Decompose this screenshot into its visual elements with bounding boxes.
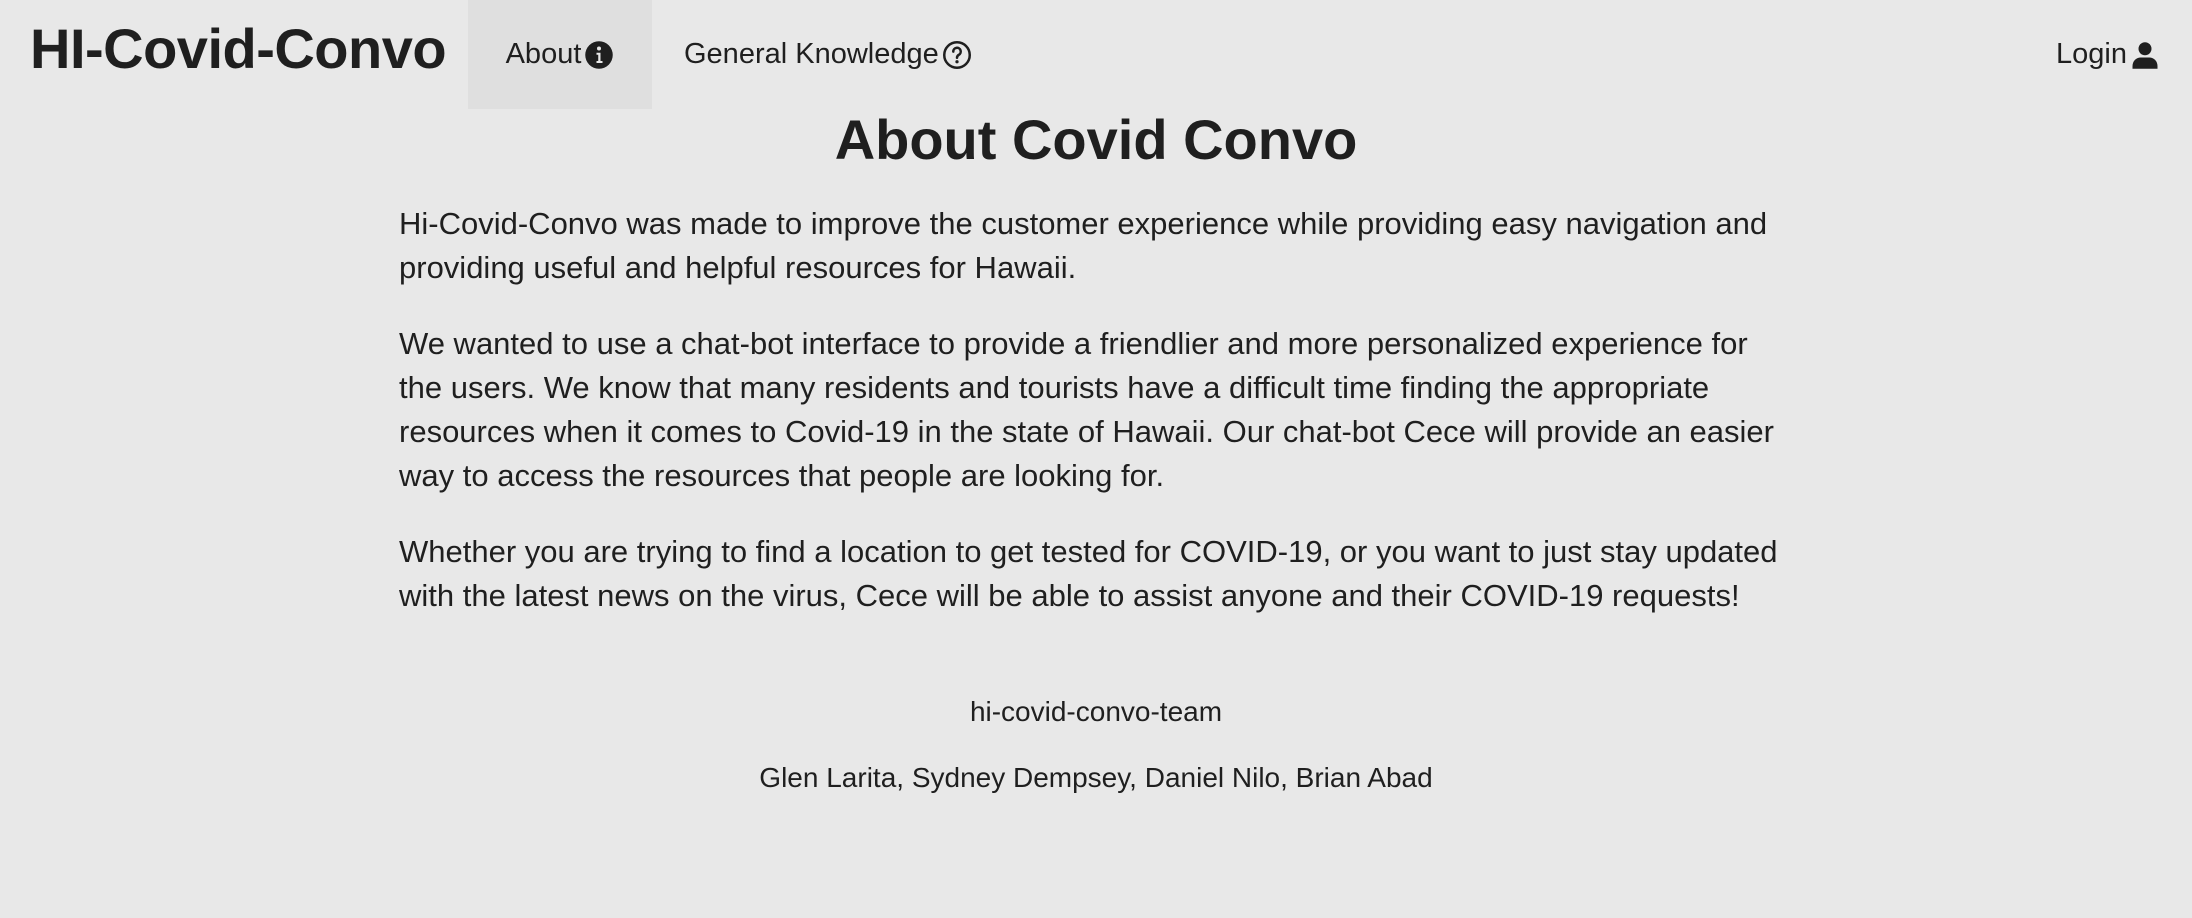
page-title: About Covid Convo bbox=[834, 108, 1358, 171]
team-members: Glen Larita, Sydney Dempsey, Daniel Nilo… bbox=[759, 762, 1433, 793]
login-label: Login bbox=[2056, 38, 2127, 70]
question-circle-icon bbox=[942, 40, 972, 70]
about-content: Hi-Covid-Convo was made to improve the c… bbox=[399, 202, 1799, 650]
nav-item-general-knowledge-label: General Knowledge bbox=[684, 38, 939, 70]
about-paragraph: We wanted to use a chat-bot interface to… bbox=[399, 326, 1774, 493]
top-navbar: HI-Covid-Convo About General Knowledge L… bbox=[0, 0, 2192, 109]
nav-item-about-label: About bbox=[505, 38, 582, 70]
team-name: hi-covid-convo-team bbox=[969, 696, 1223, 727]
about-paragraph: Hi-Covid-Convo was made to improve the c… bbox=[399, 206, 1768, 285]
info-circle-icon bbox=[584, 40, 614, 70]
about-paragraph: Whether you are trying to find a locatio… bbox=[399, 534, 1778, 613]
user-icon bbox=[2130, 40, 2160, 70]
brand-logo-link[interactable]: HI-Covid-Convo bbox=[30, 14, 447, 84]
login-link[interactable]: Login bbox=[2056, 0, 2160, 109]
nav-item-general-knowledge[interactable]: General Knowledge bbox=[684, 0, 972, 109]
nav-item-about[interactable]: About bbox=[468, 0, 652, 109]
